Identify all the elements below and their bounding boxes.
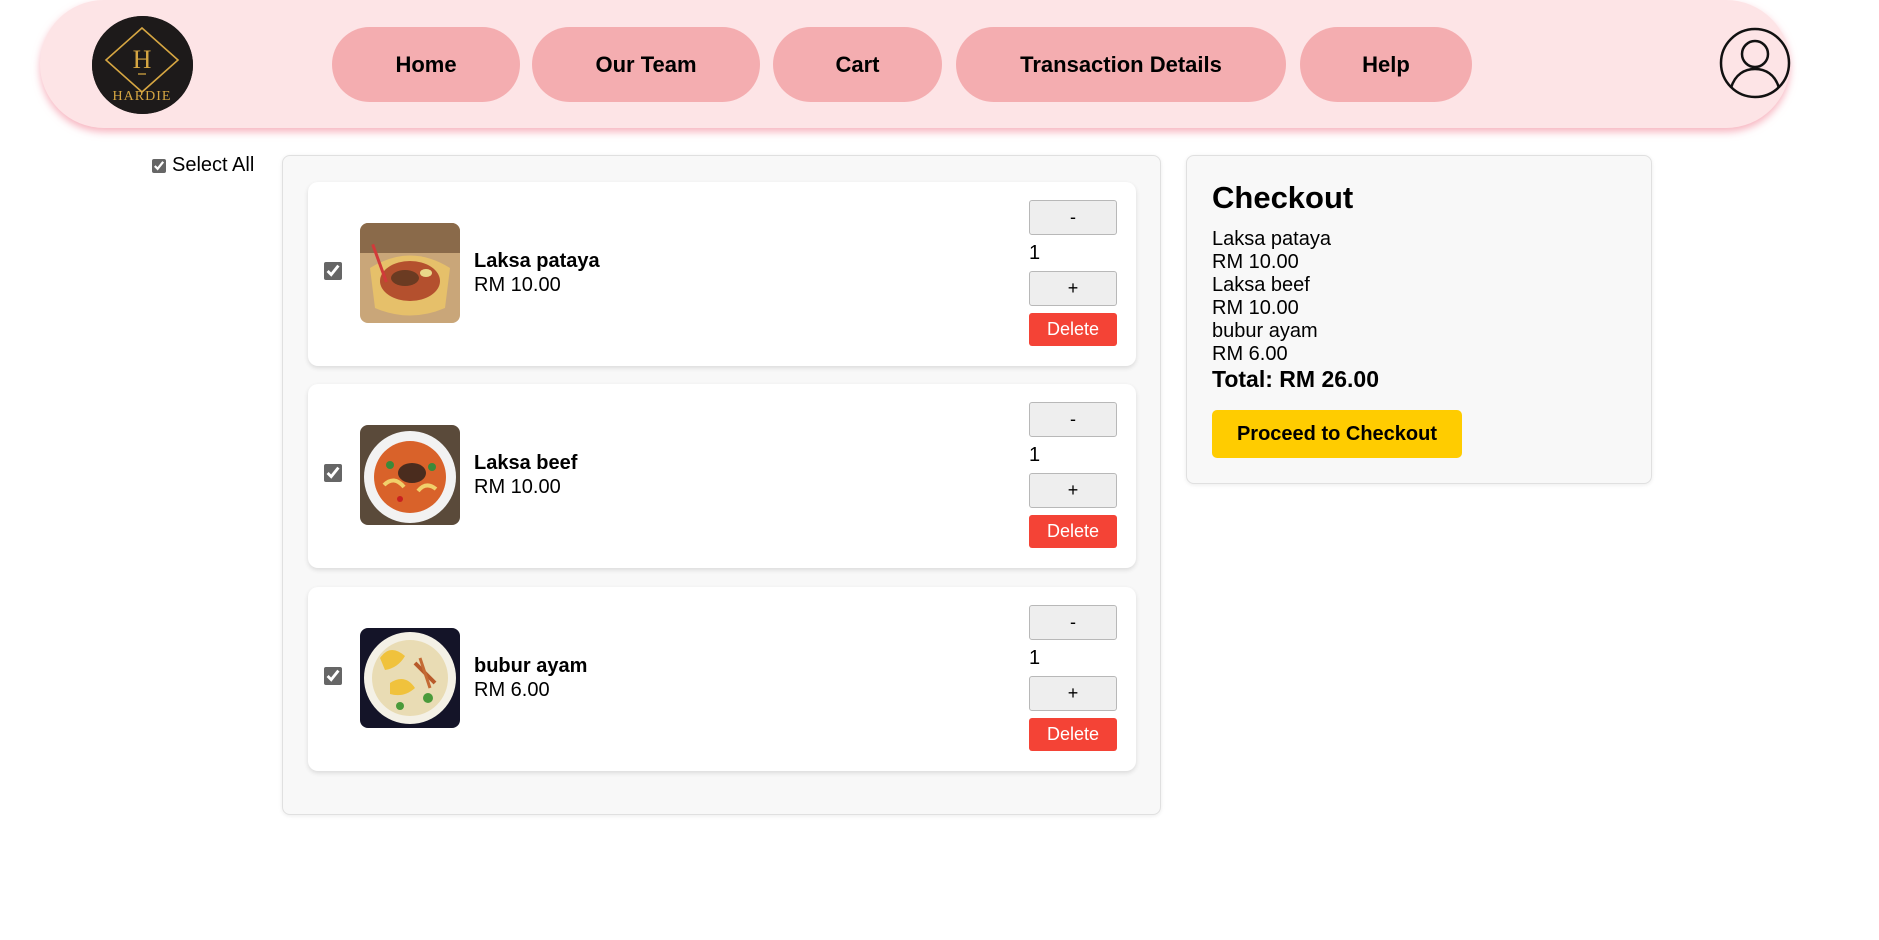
cart-item: bubur ayam RM 6.00 - 1 + Delete [308,587,1136,771]
select-all[interactable]: Select All [152,154,254,177]
decrease-quantity-button[interactable]: - [1029,200,1117,235]
item-image-laksa-pataya [360,223,460,323]
item-checkbox[interactable] [324,262,342,280]
summary-item-name: Laksa beef [1212,274,1310,296]
nav-our-team[interactable]: Our Team [532,27,760,102]
user-circle-icon [1719,27,1791,99]
nav-cart[interactable]: Cart [773,27,942,102]
nav-transaction-details[interactable]: Transaction Details [956,27,1286,102]
select-all-checkbox[interactable] [152,158,166,173]
nav-home[interactable]: Home [332,27,520,102]
cart-item: Laksa pataya RM 10.00 - 1 + Delete [308,182,1136,366]
decrease-quantity-button[interactable]: - [1029,605,1117,640]
cart-item: Laksa beef RM 10.00 - 1 + Delete [308,384,1136,568]
item-name: Laksa pataya [474,250,600,272]
item-price: RM 10.00 [474,476,561,498]
item-image-laksa-beef [360,425,460,525]
delete-item-button[interactable]: Delete [1029,313,1117,346]
profile-button[interactable] [1717,26,1793,100]
summary-item-name: Laksa pataya [1212,228,1331,250]
decrease-quantity-button[interactable]: - [1029,402,1117,437]
nav-help[interactable]: Help [1300,27,1472,102]
item-price: RM 10.00 [474,274,561,296]
cart-panel: Laksa pataya RM 10.00 - 1 + Delete Laksa… [282,155,1161,815]
delete-item-button[interactable]: Delete [1029,718,1117,751]
food-photo [360,223,460,323]
delete-item-button[interactable]: Delete [1029,515,1117,548]
checkout-total: Total: RM 26.00 [1212,366,1379,392]
item-checkbox[interactable] [324,464,342,482]
item-quantity: 1 [1029,242,1041,264]
food-photo [360,628,460,728]
summary-item-price: RM 10.00 [1212,297,1299,319]
checkout-title: Checkout [1212,180,1354,215]
checkout-panel: Checkout Laksa pataya RM 10.00 Laksa bee… [1186,155,1652,484]
increase-quantity-button[interactable]: + [1029,271,1117,306]
checkout-summary: Laksa pataya RM 10.00 Laksa beef RM 10.0… [1212,228,1331,366]
proceed-to-checkout-button[interactable]: Proceed to Checkout [1212,410,1462,458]
summary-item-name: bubur ayam [1212,320,1318,342]
top-header: H HARDIE Home Our Team Cart Transaction … [40,0,1793,128]
food-photo [360,425,460,525]
item-price: RM 6.00 [474,679,550,701]
select-all-label: Select All [172,154,255,176]
item-checkbox[interactable] [324,667,342,685]
summary-item-price: RM 6.00 [1212,343,1288,365]
item-quantity: 1 [1029,444,1041,466]
increase-quantity-button[interactable]: + [1029,676,1117,711]
item-quantity: 1 [1029,647,1041,669]
main-nav: Home Our Team Cart Transaction Details H… [40,27,1790,102]
increase-quantity-button[interactable]: + [1029,473,1117,508]
item-name: Laksa beef [474,452,578,474]
item-image-bubur-ayam [360,628,460,728]
summary-item-price: RM 10.00 [1212,251,1299,273]
item-name: bubur ayam [474,655,588,677]
